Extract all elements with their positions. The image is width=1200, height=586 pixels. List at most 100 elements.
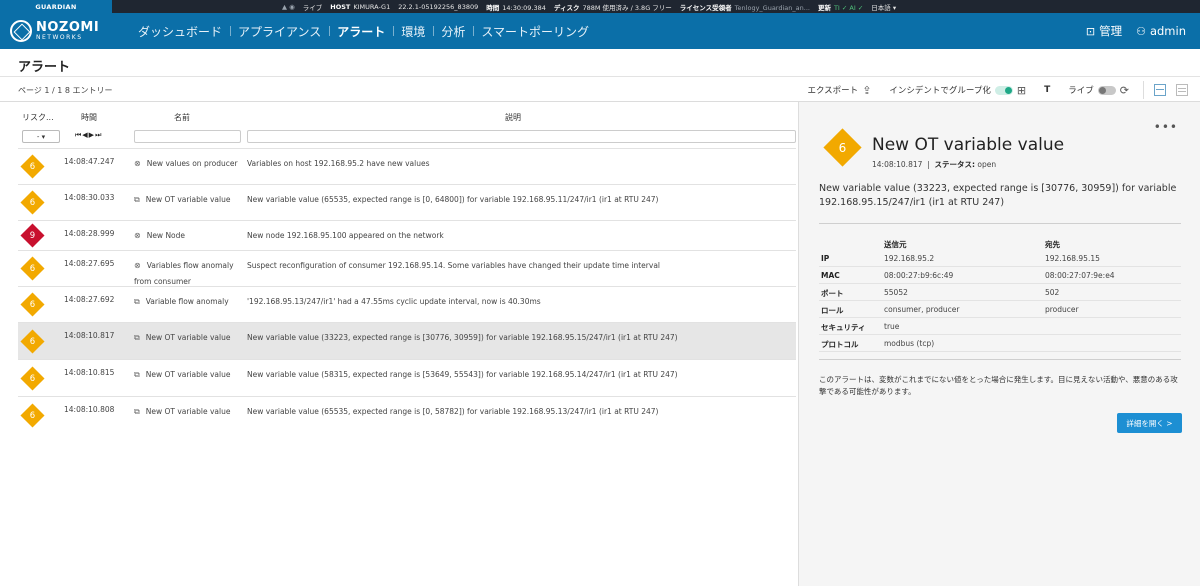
- destination-header: 宛先: [1045, 240, 1060, 249]
- user-menu[interactable]: ⚇ admin: [1136, 24, 1186, 38]
- page-title: アラート: [18, 60, 71, 75]
- detail-row-role: ロール consumer, producer producer: [819, 301, 1181, 318]
- entry-count: ページ 1 / 1 8 エントリー: [18, 86, 113, 95]
- alert-type-icon: ⧉: [134, 370, 140, 379]
- alert-name: ⊗ New Node: [134, 231, 186, 240]
- alert-meta: 14:08:10.817 | ステータス: open: [872, 160, 997, 169]
- risk-badge: 6: [20, 190, 45, 215]
- risk-badge: 6: [20, 366, 45, 391]
- nav-alerts[interactable]: アラート: [329, 23, 393, 40]
- divider: [1143, 81, 1144, 99]
- divider: [819, 223, 1181, 224]
- alert-time: 14:08:28.999: [64, 229, 115, 238]
- nav-appliances[interactable]: アプライアンス: [230, 23, 329, 40]
- alert-name: ⧉ New OT variable value: [134, 195, 231, 204]
- incident-tree-icon: ⊞: [1016, 83, 1027, 97]
- risk-filter-select[interactable]: - ▾: [22, 130, 60, 143]
- divider: [819, 359, 1181, 360]
- divider: [0, 76, 1200, 77]
- alert-description: '192.168.95.13/247/ir1' had a 47.55ms cy…: [247, 297, 541, 306]
- user-icon: ⚇: [1136, 24, 1146, 38]
- alert-description: New variable value (65535, expected rang…: [247, 407, 659, 416]
- more-options-icon[interactable]: •••: [1154, 120, 1178, 134]
- risk-badge: 6: [20, 292, 45, 317]
- alert-type-icon: ⊗: [134, 261, 141, 270]
- main-navbar: NOZOMI NETWORKS ダッシュボード アプライアンス アラート 環境 …: [0, 13, 1200, 49]
- table-row[interactable]: 6 14:08:47.247 ⊗ New values on producer V…: [18, 148, 796, 184]
- detail-row-protocol: プロトコル modbus (tcp): [819, 335, 1181, 352]
- nav-dashboard[interactable]: ダッシュボード: [130, 23, 230, 40]
- refresh-icon[interactable]: ⟳: [1120, 84, 1129, 97]
- description-filter-input[interactable]: [247, 130, 796, 143]
- table-row[interactable]: 6 14:08:30.033 ⧉ New OT variable value Ne…: [18, 184, 796, 220]
- alert-name: ⧉ Variable flow anomaly: [134, 297, 229, 306]
- product-label: GUARDIAN: [0, 0, 112, 13]
- host-info: HOST KIMURA-G1: [330, 2, 391, 11]
- split-view-icon[interactable]: [1154, 84, 1166, 96]
- column-header-name[interactable]: 名前: [174, 112, 190, 123]
- admin-menu[interactable]: ⊡ 管理: [1086, 23, 1122, 39]
- alert-detail-panel: ••• 6 New OT variable value 14:08:10.817…: [798, 102, 1200, 586]
- live-toggle[interactable]: [1097, 85, 1116, 95]
- nav-analysis[interactable]: 分析: [433, 23, 473, 40]
- alert-name: ⧉ New OT variable value: [134, 407, 231, 416]
- alert-description: Suspect reconfiguration of consumer 192.…: [247, 261, 661, 270]
- name-filter-input[interactable]: [134, 130, 241, 143]
- alert-detail-table: 送信元 宛先 IP 192.168.95.2 192.168.95.15 MAC 08…: [819, 235, 1181, 352]
- table-row[interactable]: 6 14:08:10.815 ⧉ New OT variable value Ne…: [18, 359, 796, 396]
- alert-name: ⧉ New OT variable value: [134, 370, 231, 379]
- alert-type-icon: ⧉: [134, 195, 140, 204]
- alert-explanation: このアラートは、変数がこれまでにない値をとった場合に発生します。目に見えない活動…: [819, 375, 1178, 396]
- risk-badge: 6: [20, 256, 45, 281]
- nozomi-logo[interactable]: NOZOMI NETWORKS: [10, 20, 106, 42]
- alert-type-icon: ⊗: [134, 159, 141, 168]
- list-view-icon[interactable]: [1176, 84, 1188, 96]
- alert-time: 14:08:47.247: [64, 157, 115, 166]
- language-selector[interactable]: 日本語 ▾: [871, 2, 896, 12]
- alert-description: New node 192.168.95.100 appeared on the …: [247, 231, 444, 240]
- alert-time: 14:08:10.808: [64, 405, 115, 414]
- alert-type-icon: ⊗: [134, 231, 141, 240]
- table-row[interactable]: 6 14:08:10.808 ⧉ New OT variable value Ne…: [18, 396, 796, 433]
- alert-description: Variables on host 192.168.95.2 have new …: [247, 159, 430, 168]
- column-header-description[interactable]: 説明: [505, 112, 521, 123]
- time-pager-controls[interactable]: ⏮◀▶⏭: [75, 131, 102, 140]
- export-button[interactable]: エクスポート ⇪: [807, 84, 871, 97]
- table-row[interactable]: 9 14:08:28.999 ⊗ New Node New node 192.16…: [18, 220, 796, 250]
- alert-description: New variable value (33223, expected rang…: [247, 333, 678, 342]
- alert-description: New variable value (65535, expected rang…: [247, 195, 659, 204]
- alert-time: 14:08:27.692: [64, 295, 115, 304]
- risk-badge: 6: [20, 154, 45, 179]
- risk-badge: 9: [20, 223, 45, 248]
- column-header-risk[interactable]: リスク...: [22, 112, 54, 123]
- live-indicator-icon: ▲ ◉: [282, 2, 295, 11]
- filter-button[interactable]: T: [1044, 85, 1050, 95]
- license-info: ライセンス受領者 Tenlogy_Guardian_an...: [679, 3, 810, 12]
- table-row[interactable]: 6 14:08:27.695 ⊗ Variables flow anomaly f…: [18, 250, 796, 286]
- system-status-bar: GUARDIAN ▲ ◉ ライブ HOST KIMURA-G1 22.2.1-05…: [0, 0, 1200, 13]
- admin-icon: ⊡: [1085, 24, 1096, 38]
- detail-row-mac: MAC 08:00:27:b9:6c:49 08:00:27:07:9e:e4: [819, 267, 1181, 284]
- live-control: ライブ ⟳: [1068, 83, 1129, 97]
- nav-environment[interactable]: 環境: [393, 23, 433, 40]
- disk-info: ディスク 788M 使用済み / 3.8G フリー: [553, 3, 672, 12]
- group-by-incident-toggle[interactable]: [994, 85, 1013, 95]
- alert-time: 14:08:10.817: [64, 331, 115, 340]
- alert-title: New OT variable value: [872, 135, 1065, 155]
- alert-description: New variable value (58315, expected rang…: [247, 370, 678, 379]
- alert-detail-description: New variable value (33223, expected rang…: [819, 183, 1177, 208]
- alert-name: ⧉ New OT variable value: [134, 333, 231, 342]
- source-header: 送信元: [884, 240, 907, 249]
- table-row-selected[interactable]: 6 14:08:10.817 ⧉ New OT variable value Ne…: [18, 322, 796, 359]
- alert-type-icon: ⧉: [134, 407, 140, 416]
- alert-name: ⊗ New values on producer: [134, 159, 238, 168]
- detail-row-port: ポート 55052 502: [819, 284, 1181, 301]
- alert-time: 14:08:27.695: [64, 259, 115, 268]
- version-info: 22.2.1-05192256_83809: [398, 2, 479, 11]
- nav-smart-polling[interactable]: スマートポーリング: [473, 23, 597, 40]
- column-header-time[interactable]: 時間: [81, 112, 97, 123]
- risk-badge: 6: [823, 128, 862, 167]
- open-details-button[interactable]: 詳細を開く >: [1117, 413, 1182, 433]
- filter-icon: T: [1044, 85, 1051, 95]
- table-row[interactable]: 6 14:08:27.692 ⧉ Variable flow anomaly '1…: [18, 286, 796, 322]
